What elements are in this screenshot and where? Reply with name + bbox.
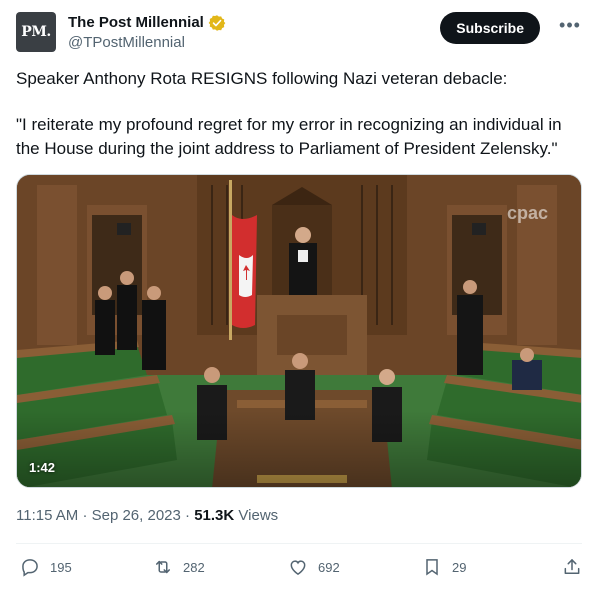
repost-count: 282 [183,559,205,575]
tweet-text-line2: "I reiterate my profound regret for my e… [16,115,562,158]
video-duration: 1:42 [29,460,56,475]
reply-button[interactable]: 195 [20,553,72,581]
tweet-date[interactable]: Sep 26, 2023 [92,507,181,524]
verified-badge-icon [208,15,226,31]
author-names: The Post Millennial @TPostMillennial [68,13,226,53]
divider [16,543,582,544]
bookmark-button[interactable]: 29 [422,553,466,581]
tweet-meta: 11:15 AM · Sep 26, 2023 · 51.3K Views [16,506,278,526]
avatar-text: PM. [21,24,51,40]
video-player[interactable]: cpac 1:42 [16,174,582,488]
repost-button[interactable]: 282 [153,553,205,581]
display-name-row[interactable]: The Post Millennial [68,13,226,33]
share-button[interactable] [562,553,582,581]
more-options-icon[interactable]: ••• [558,16,582,38]
avatar[interactable]: PM. [16,12,56,52]
display-name[interactable]: The Post Millennial [68,13,204,33]
tweet-time[interactable]: 11:15 AM [16,507,78,524]
reply-count: 195 [50,559,72,575]
repost-icon [156,560,170,574]
action-bar: 195 282 692 29 [16,553,582,581]
tweet-header: PM. The Post Millennial @TPostMillennial… [16,12,582,56]
bookmark-count: 29 [452,559,467,575]
like-button[interactable]: 692 [288,553,340,581]
subscribe-button[interactable]: Subscribe [440,12,540,44]
bookmark-icon [426,559,438,576]
views-count: 51.3K [194,507,235,524]
heart-icon [290,560,306,575]
meta-separator: · [82,507,92,524]
views-label: Views [238,507,279,524]
video-frame: cpac [17,175,581,487]
tweet-text: Speaker Anthony Rota RESIGNS following N… [16,67,582,183]
reply-icon [22,559,38,577]
meta-separator: · [185,507,195,524]
share-icon [564,559,580,574]
handle[interactable]: @TPostMillennial [68,33,226,53]
tweet-text-line1: Speaker Anthony Rota RESIGNS following N… [16,69,508,88]
like-count: 692 [318,559,340,575]
